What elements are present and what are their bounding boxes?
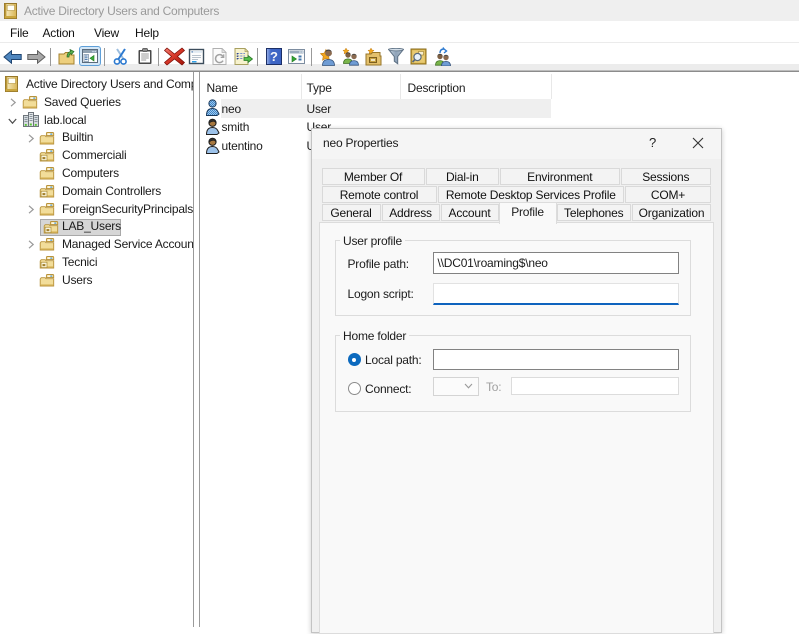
svg-text:?: ? <box>270 49 278 64</box>
